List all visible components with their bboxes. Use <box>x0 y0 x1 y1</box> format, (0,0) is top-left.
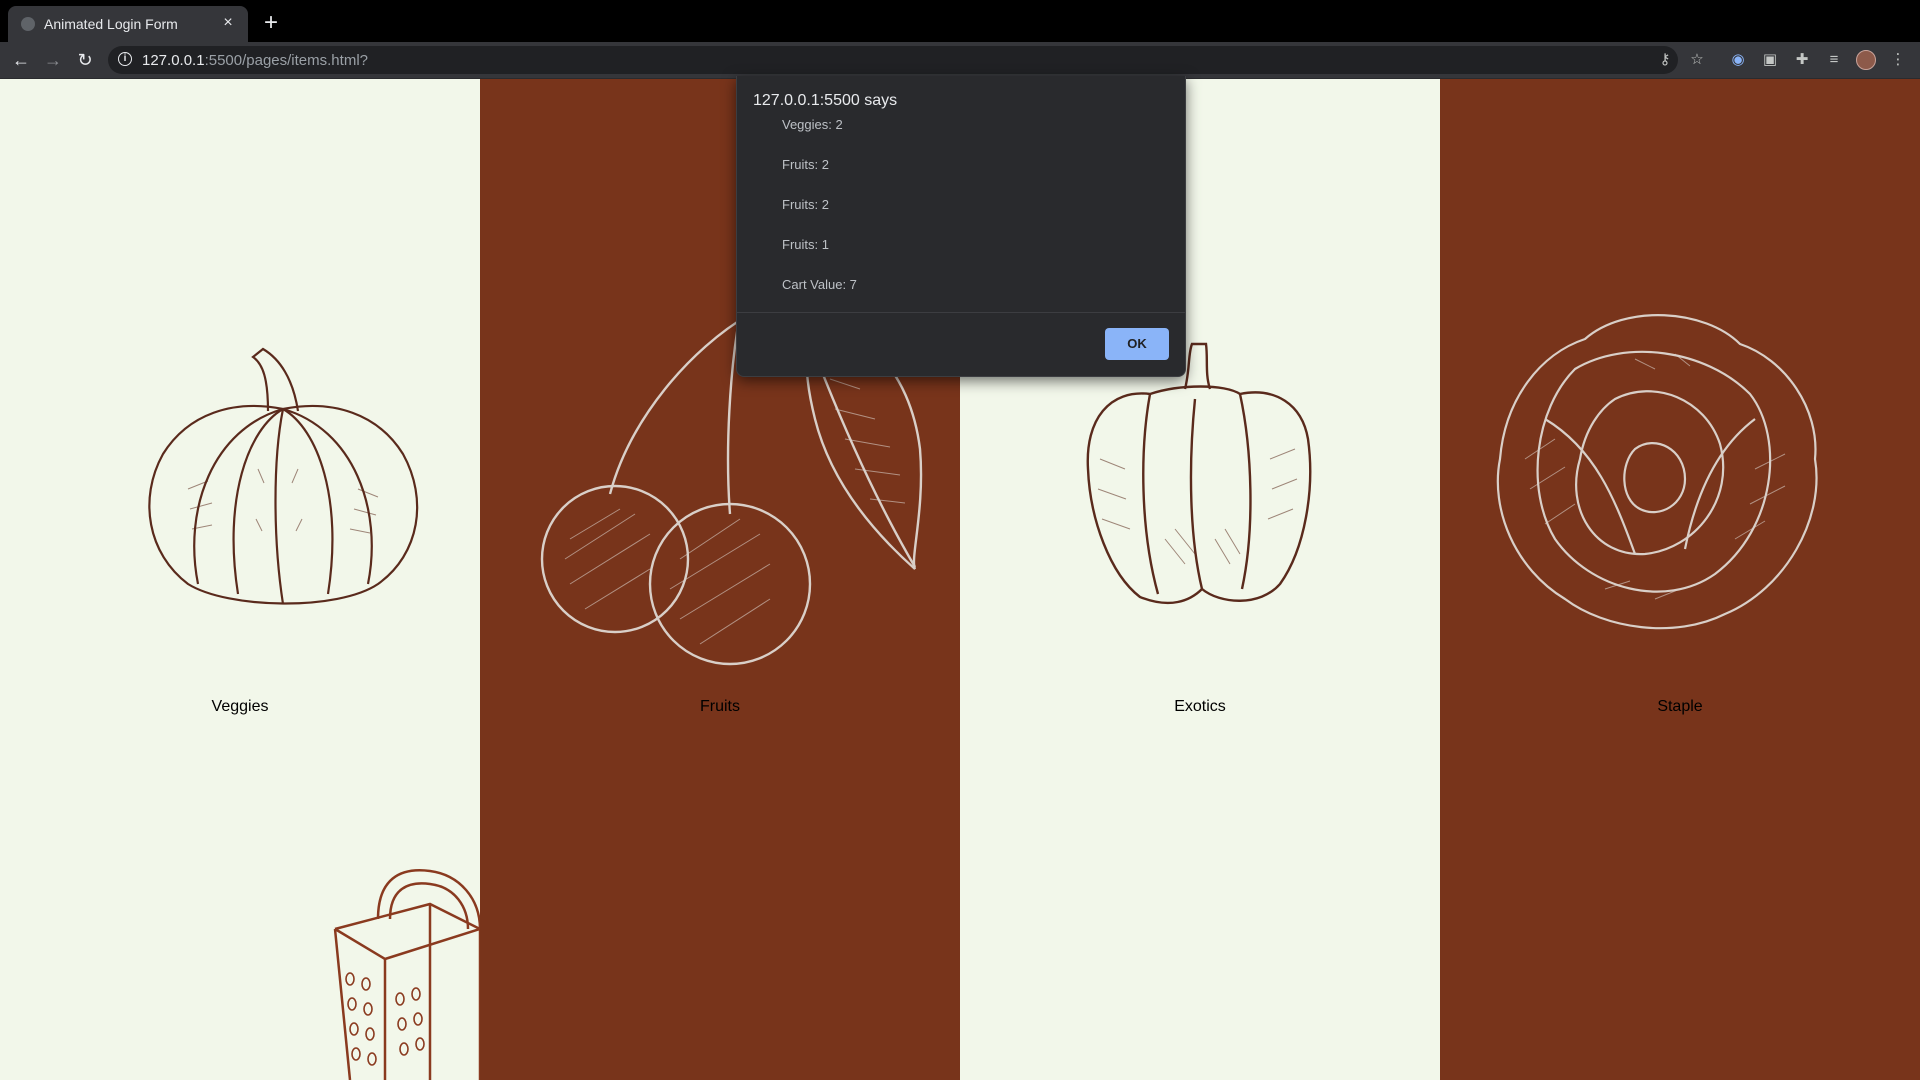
alert-line: Fruits: 2 <box>782 157 829 172</box>
profile-avatar[interactable] <box>1856 50 1876 70</box>
close-tab-icon[interactable]: × <box>218 13 238 33</box>
alert-title: 127.0.0.1:5500 says <box>753 92 898 109</box>
pumpkin-icon <box>148 347 419 605</box>
grater-icon <box>333 869 480 1080</box>
star-icon[interactable]: ☆ <box>1687 50 1707 70</box>
tab-strip: Animated Login Form × + <box>0 0 1920 42</box>
url-text[interactable]: 127.0.0.1:5500/pages/items.html? <box>142 52 368 69</box>
alert-line: Fruits: 1 <box>782 237 829 252</box>
category-label: Fruits <box>700 698 740 715</box>
menu-dots-icon[interactable]: ⋮ <box>1888 50 1908 70</box>
alert-line: Veggies: 2 <box>782 117 843 132</box>
site-info-icon[interactable]: i <box>118 52 132 66</box>
alert-message: Veggies: 2 Fruits: 2 Fruits: 2 Fruits: 1… <box>782 118 857 318</box>
bell-pepper-icon <box>1086 342 1312 605</box>
tab-active[interactable]: Animated Login Form × <box>8 6 248 42</box>
category-label: Staple <box>1657 698 1703 715</box>
category-label: Veggies <box>211 698 269 715</box>
alert-dialog: 127.0.0.1:5500 says Veggies: 2 Fruits: 2… <box>736 76 1186 377</box>
forward-button[interactable]: → <box>38 45 68 75</box>
address-bar[interactable]: i 127.0.0.1:5500/pages/items.html? <box>108 46 1678 74</box>
category-staple[interactable]: Staple <box>1440 79 1920 1080</box>
cabbage-icon <box>1496 314 1818 630</box>
category-label: Exotics <box>1174 698 1226 715</box>
key-icon[interactable]: ⚷ <box>1655 50 1675 70</box>
reload-button[interactable]: ↻ <box>70 45 100 75</box>
puzzle-icon[interactable]: ✚ <box>1792 50 1812 70</box>
clipboard-icon[interactable]: ▣ <box>1760 50 1780 70</box>
back-button[interactable]: ← <box>6 45 36 75</box>
new-tab-button[interactable]: + <box>258 10 284 36</box>
divider <box>737 312 1185 313</box>
url-path: :5500/pages/items.html? <box>204 52 368 69</box>
category-veggies[interactable]: Veggies <box>0 79 480 1080</box>
browser-toolbar: ← → ↻ i 127.0.0.1:5500/pages/items.html?… <box>0 42 1920 79</box>
url-host: 127.0.0.1 <box>142 52 205 69</box>
alert-line: Fruits: 2 <box>782 197 829 212</box>
ok-button[interactable]: OK <box>1105 328 1169 360</box>
globe-icon <box>21 17 35 31</box>
media-queue-icon[interactable]: ≡ <box>1824 50 1844 70</box>
tab-title: Animated Login Form <box>44 16 178 32</box>
extension-circle-icon[interactable]: ◉ <box>1728 50 1748 70</box>
